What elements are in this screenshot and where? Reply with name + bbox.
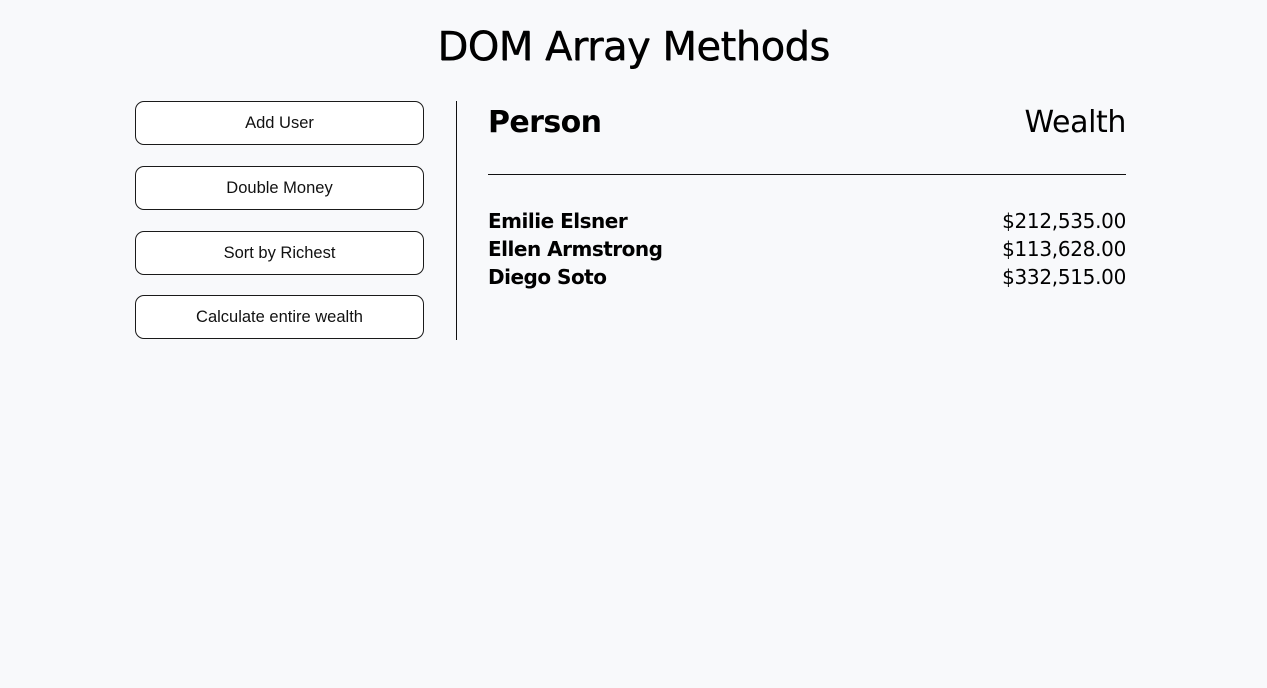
person-wealth: $212,535.00 bbox=[1002, 209, 1126, 233]
header-divider bbox=[488, 174, 1126, 175]
person-list: Emilie Elsner $212,535.00 Ellen Armstron… bbox=[488, 207, 1126, 291]
wealth-column-header: Wealth bbox=[1024, 105, 1127, 140]
add-user-button[interactable]: Add User bbox=[135, 101, 424, 145]
wealth-table: Person Wealth Emilie Elsner $212,535.00 … bbox=[488, 101, 1126, 289]
table-header: Person Wealth bbox=[488, 101, 1126, 145]
person-wealth: $332,515.00 bbox=[1002, 265, 1126, 289]
double-money-button[interactable]: Double Money bbox=[135, 166, 424, 210]
person-column-header: Person bbox=[488, 105, 602, 140]
table-row: Ellen Armstrong $113,628.00 bbox=[488, 235, 1126, 263]
calculate-wealth-button[interactable]: Calculate entire wealth bbox=[135, 295, 424, 339]
vertical-divider bbox=[456, 101, 457, 340]
person-name: Emilie Elsner bbox=[488, 209, 628, 233]
person-wealth: $113,628.00 bbox=[1002, 237, 1126, 261]
table-row: Emilie Elsner $212,535.00 bbox=[488, 207, 1126, 235]
person-name: Diego Soto bbox=[488, 265, 607, 289]
table-row: Diego Soto $332,515.00 bbox=[488, 263, 1126, 291]
page-title: DOM Array Methods bbox=[437, 24, 830, 70]
person-name: Ellen Armstrong bbox=[488, 237, 663, 261]
sort-by-richest-button[interactable]: Sort by Richest bbox=[135, 231, 424, 275]
